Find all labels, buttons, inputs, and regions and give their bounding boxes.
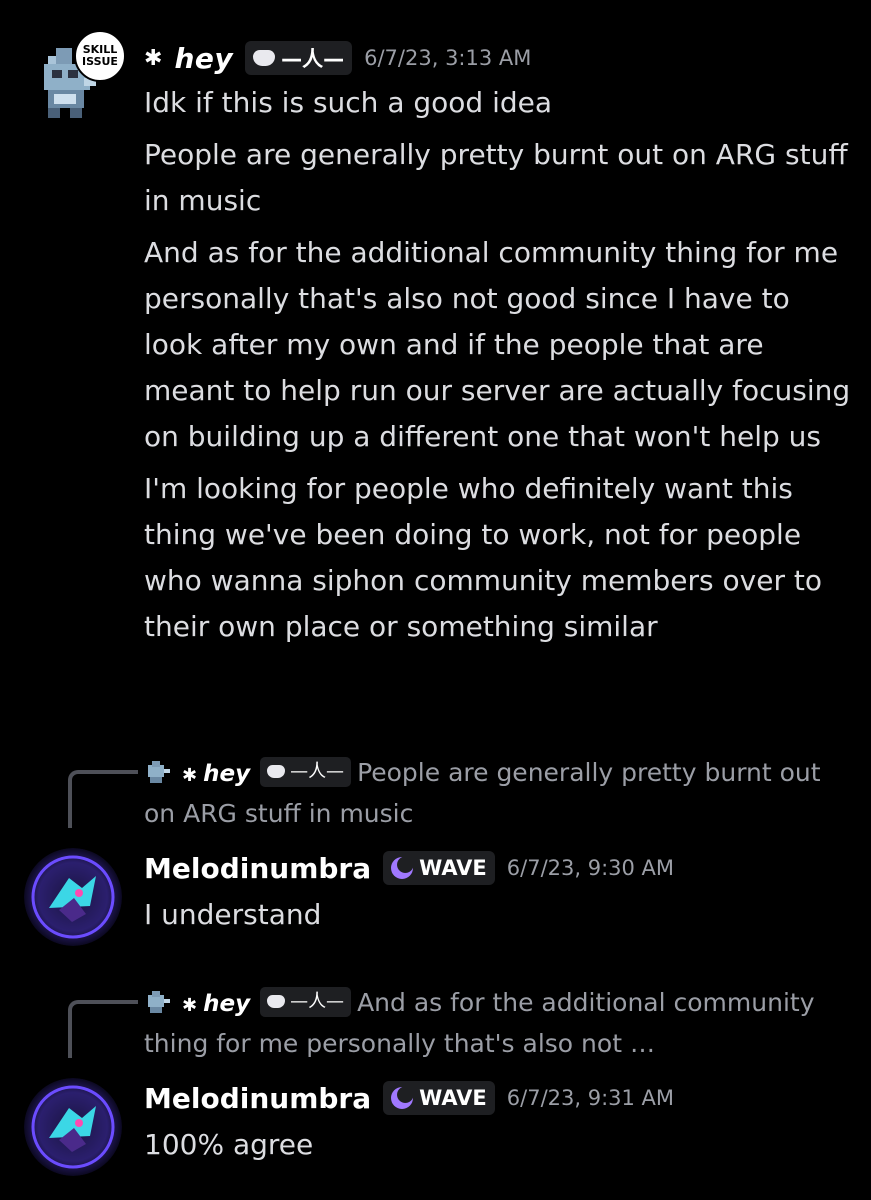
message-header: Melodinumbra WAVE 6/7/23, 9:30 AM bbox=[144, 848, 674, 888]
message-paragraph: 100% agree bbox=[144, 1128, 314, 1161]
avatar-image bbox=[24, 1078, 122, 1176]
message-paragraph: And as for the additional community thin… bbox=[144, 236, 851, 453]
timestamp: 6/7/23, 9:31 AM bbox=[506, 1086, 675, 1110]
message-content: 100% agree bbox=[144, 1122, 854, 1174]
sparkle-icon: ✱ bbox=[144, 45, 163, 71]
moon-icon bbox=[391, 1087, 414, 1109]
badge-line-2: ISSUE bbox=[82, 55, 118, 68]
server-tag-label: —人— bbox=[281, 47, 345, 71]
server-tag-label: WAVE bbox=[419, 856, 487, 880]
message-paragraph: People are generally pretty burnt out on… bbox=[144, 138, 848, 217]
user-avatar[interactable] bbox=[24, 848, 122, 946]
sparkle-icon: ✱ bbox=[182, 765, 198, 786]
author-name[interactable]: Melodinumbra bbox=[144, 852, 371, 885]
message-paragraph: I understand bbox=[144, 898, 322, 931]
message-header: ✱ hey —人— 6/7/23, 3:13 AM bbox=[144, 38, 531, 78]
reply-server-tag: —人— bbox=[260, 756, 352, 787]
moon-icon bbox=[391, 857, 414, 879]
heart-icon bbox=[267, 995, 286, 1008]
author-name[interactable]: hey bbox=[174, 42, 233, 75]
reply-spine bbox=[68, 1000, 138, 1058]
reply-tag-label: —人— bbox=[290, 760, 345, 782]
reply-tag-label: —人— bbox=[290, 990, 345, 1012]
server-tag[interactable]: WAVE bbox=[383, 1081, 495, 1115]
reply-avatar-icon bbox=[148, 761, 170, 783]
message-paragraph: I'm looking for people who definitely wa… bbox=[144, 472, 822, 643]
user-avatar[interactable]: SKILL ISSUE bbox=[34, 30, 130, 130]
message-paragraph: Idk if this is such a good idea bbox=[144, 86, 553, 119]
message-header: Melodinumbra WAVE 6/7/23, 9:31 AM bbox=[144, 1078, 674, 1118]
message-content: Idk if this is such a good idea People a… bbox=[144, 80, 854, 656]
timestamp: 6/7/23, 3:13 AM bbox=[364, 46, 532, 70]
avatar-image bbox=[24, 848, 122, 946]
reply-spine bbox=[68, 770, 138, 828]
skill-issue-badge: SKILL ISSUE bbox=[74, 30, 126, 82]
user-avatar[interactable] bbox=[24, 1078, 122, 1176]
server-tag-label: WAVE bbox=[419, 1086, 487, 1110]
server-tag[interactable]: —人— bbox=[245, 41, 353, 75]
sparkle-icon: ✱ bbox=[182, 995, 198, 1016]
reply-server-tag: —人— bbox=[260, 986, 352, 1017]
reply-author: hey bbox=[203, 761, 251, 787]
reply-avatar-icon bbox=[148, 991, 170, 1013]
reply-preview[interactable]: ✱ hey —人— People are generally pretty burnt… bbox=[144, 754, 844, 833]
message-content: I understand bbox=[144, 892, 854, 944]
heart-icon bbox=[267, 765, 286, 778]
reply-preview[interactable]: ✱ hey —人— And as for the additional communi… bbox=[144, 984, 844, 1063]
reply-author: hey bbox=[203, 991, 251, 1017]
heart-icon bbox=[253, 50, 276, 66]
author-name[interactable]: Melodinumbra bbox=[144, 1082, 371, 1115]
timestamp: 6/7/23, 9:30 AM bbox=[506, 856, 675, 880]
server-tag[interactable]: WAVE bbox=[383, 851, 495, 885]
